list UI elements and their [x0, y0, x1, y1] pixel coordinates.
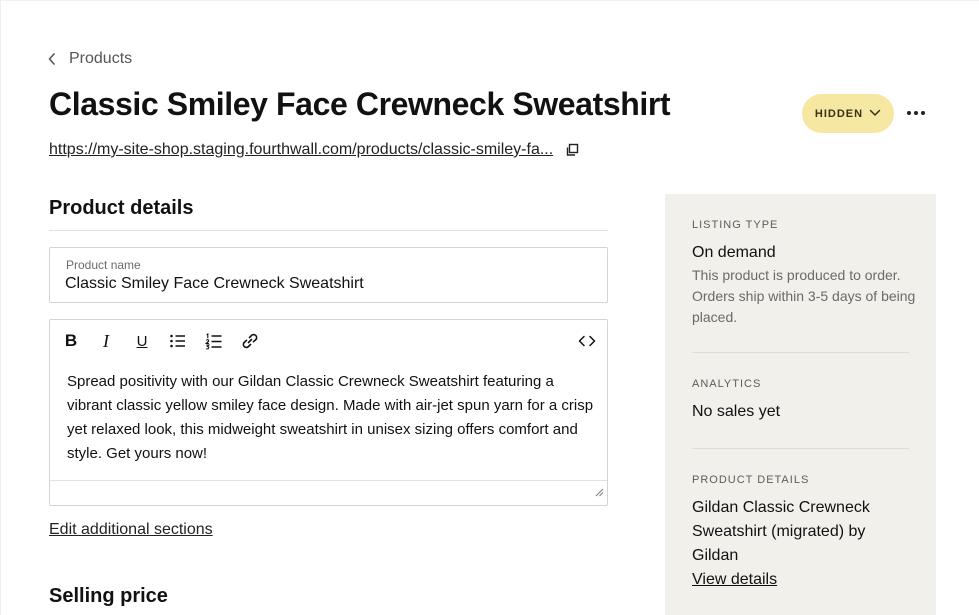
- chevron-down-icon: [869, 108, 881, 120]
- description-text[interactable]: Spread positivity with our Gildan Classi…: [67, 370, 597, 466]
- sidebar-divider: [692, 352, 909, 353]
- product-name-label: Product name: [66, 258, 141, 272]
- product-name-field[interactable]: Product name Classic Smiley Face Crewnec…: [49, 247, 608, 303]
- product-name-value[interactable]: Classic Smiley Face Crewneck Sweatshirt: [65, 275, 364, 293]
- editor-toolbar: B I U: [50, 320, 607, 362]
- link-icon[interactable]: [238, 329, 262, 353]
- listing-type-value: On demand: [692, 244, 776, 261]
- italic-icon[interactable]: I: [94, 329, 118, 353]
- product-url-row: https://my-site-shop.staging.fourthwall.…: [49, 141, 579, 159]
- back-label: Products: [69, 50, 133, 67]
- page-title: Classic Smiley Face Crewneck Sweatshirt: [49, 86, 671, 122]
- analytics-caption: ANALYTICS: [692, 378, 762, 390]
- edit-additional-sections-link[interactable]: Edit additional sections: [49, 521, 213, 539]
- view-details-link[interactable]: View details: [692, 571, 777, 589]
- product-details-caption: PRODUCT DETAILS: [692, 474, 810, 486]
- underline-icon[interactable]: U: [130, 329, 154, 353]
- listing-type-caption: LISTING TYPE: [692, 219, 779, 231]
- product-details-text: Gildan Classic Crewneck Sweatshirt (migr…: [692, 499, 870, 564]
- copy-icon[interactable]: [565, 143, 579, 157]
- section-divider: [49, 230, 608, 231]
- bullet-list-icon[interactable]: [166, 329, 190, 353]
- analytics-value: No sales yet: [692, 403, 781, 420]
- visibility-status-dropdown[interactable]: HIDDEN: [802, 94, 894, 133]
- description-editor: B I U Spread positivity with our Gildan …: [49, 319, 608, 506]
- selling-price-heading: Selling price: [49, 585, 168, 607]
- product-info-sidebar: LISTING TYPE On demand This product is p…: [665, 194, 936, 615]
- code-view-icon[interactable]: [575, 329, 599, 353]
- listing-type-description: This product is produced to order. Order…: [692, 267, 916, 325]
- numbered-list-icon[interactable]: [202, 329, 226, 353]
- resize-handle-icon[interactable]: [595, 484, 604, 502]
- sidebar-divider: [692, 448, 909, 449]
- more-options-icon[interactable]: [902, 101, 930, 125]
- bold-icon[interactable]: B: [59, 329, 83, 353]
- chevron-left-icon: [47, 52, 57, 66]
- back-to-products-link[interactable]: Products: [47, 50, 132, 68]
- product-details-heading: Product details: [49, 197, 194, 219]
- product-url-link[interactable]: https://my-site-shop.staging.fourthwall.…: [49, 141, 553, 159]
- status-label: HIDDEN: [814, 107, 864, 120]
- editor-footer-divider: [50, 480, 607, 481]
